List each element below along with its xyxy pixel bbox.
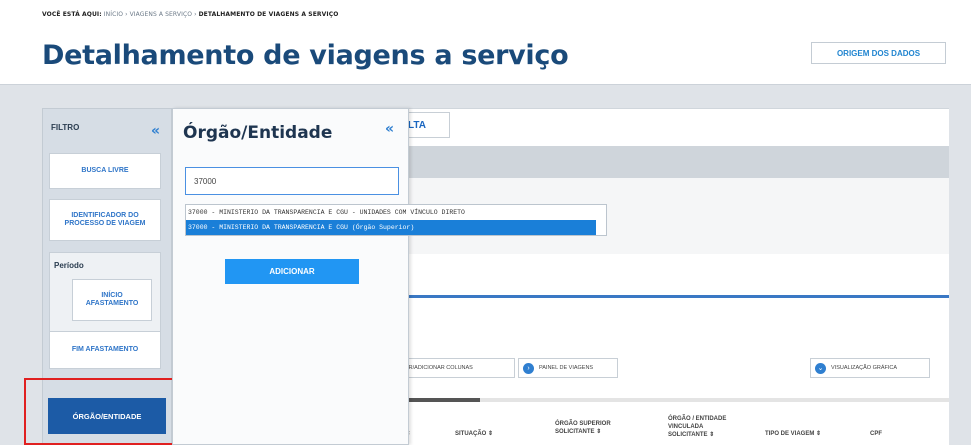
section-divider [400,295,949,298]
page-title: Detalhamento de viagens a serviço [42,40,569,71]
collapse-panel-icon[interactable]: « [385,121,394,137]
horizontal-scrollbar-track[interactable] [480,398,949,402]
identificador-processo-button[interactable]: IDENTIFICADOR DO PROCESSO DE VIAGEM [49,199,161,241]
column-header-situacao[interactable]: SITUAÇÃO ⇕ [455,430,493,438]
breadcrumb-path[interactable]: INÍCIO › VIAGENS A SERVIÇO › [104,11,197,18]
chart-toggle-icon: ⌄ [815,362,826,374]
adicionar-colunas-button[interactable]: ER/ADICIONAR COLUNAS [400,358,515,378]
origem-dos-dados-button[interactable]: ORIGEM DOS DADOS [811,42,946,64]
inicio-afastamento-button[interactable]: INÍCIO AFASTAMENTO [72,279,152,321]
collapse-sidebar-icon[interactable]: « [151,123,160,139]
visualizacao-grafica-button[interactable]: ⌄ VISUALIZAÇÃO GRÁFICA [810,358,930,378]
breadcrumb-current: DETALHAMENTO DE VIAGENS A SERVIÇO [198,11,339,18]
painel-icon: › [523,362,534,374]
adicionar-button[interactable]: ADICIONAR [225,259,359,284]
adicionar-colunas-label: ER/ADICIONAR COLUNAS [405,365,473,371]
table-header: S ⇕ SITUAÇÃO ⇕ ÓRGÃO SUPERIOR SOLICITANT… [400,405,949,445]
column-header-orgao-superior[interactable]: ÓRGÃO SUPERIOR SOLICITANTE ⇕ [555,420,625,436]
painel-viagens-button[interactable]: › PAINEL DE VIAGENS [518,358,618,378]
autocomplete-dropdown: 37000 - MINISTERIO DA TRANSPARENCIA E CG… [185,204,607,236]
visualizacao-grafica-label: VISUALIZAÇÃO GRÁFICA [831,365,898,371]
column-header-cpf[interactable]: CPF [870,430,882,438]
panel-title: Órgão/Entidade [183,123,333,143]
fim-afastamento-button[interactable]: FIM AFASTAMENTO [49,331,161,369]
painel-viagens-label: PAINEL DE VIAGENS [539,365,594,371]
horizontal-scrollbar-thumb[interactable] [400,398,480,402]
orgao-entidade-panel: Órgão/Entidade « 37000 - MINISTERIO DA T… [172,108,607,445]
column-header-orgao-vinculada[interactable]: ÓRGÃO / ENTIDADE VINCULADA SOLICITANTE ⇕ [668,415,738,439]
column-header-tipo-viagem[interactable]: TIPO DE VIAGEM ⇕ [765,430,821,438]
periodo-label: Período [54,261,84,270]
busca-livre-button[interactable]: BUSCA LIVRE [49,153,161,189]
autocomplete-option[interactable]: 37000 - MINISTERIO DA TRANSPARENCIA E CG… [186,205,606,220]
orgao-search-input[interactable] [185,167,399,195]
breadcrumb: VOCÊ ESTÁ AQUI: INÍCIO › VIAGENS A SERVI… [42,11,338,18]
filter-title: FILTRO [51,123,80,132]
page-header: VOCÊ ESTÁ AQUI: INÍCIO › VIAGENS A SERVI… [0,0,971,85]
autocomplete-option-selected[interactable]: 37000 - MINISTERIO DA TRANSPARENCIA E CG… [186,220,596,235]
breadcrumb-prefix: VOCÊ ESTÁ AQUI: [42,11,102,18]
